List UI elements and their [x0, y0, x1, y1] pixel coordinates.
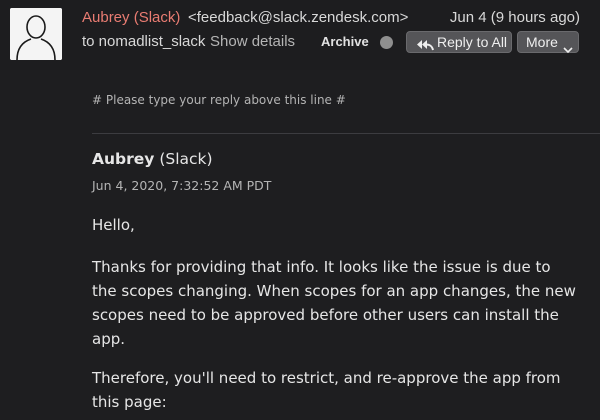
body-line: Thanks for providing that info. It looks… [92, 258, 551, 276]
body-line: Therefore, you'll need to restrict, and … [92, 369, 561, 387]
reply-marker: # Please type your reply above this line… [92, 93, 346, 107]
body-line: scopes need to be approved before other … [92, 306, 559, 324]
email-header: Aubrey (Slack) <feedback@slack.zendesk.c… [0, 0, 600, 70]
body-line: Hello, [92, 216, 135, 234]
author-line: Aubrey (Slack) [92, 150, 213, 168]
more-label: More [526, 34, 558, 50]
sender-name[interactable]: Aubrey (Slack) [82, 9, 180, 26]
body-line: app. [92, 330, 126, 348]
sender-email[interactable]: <feedback@slack.zendesk.com> [188, 9, 408, 26]
archive-status-dot[interactable] [380, 36, 393, 49]
reply-all-icon [416, 36, 434, 56]
email-body: # Please type your reply above this line… [0, 70, 600, 420]
avatar-placeholder-icon [10, 8, 62, 60]
more-button[interactable]: More [517, 31, 579, 54]
recipient-line: to nomadlist_slack [82, 33, 206, 50]
reply-all-button[interactable]: Reply to All [406, 31, 512, 53]
paragraph-greeting: Hello, [92, 213, 592, 237]
paragraph-instructions: Therefore, you'll need to restrict, and … [92, 366, 592, 414]
author-suffix: (Slack) [154, 150, 213, 168]
message-timestamp: Jun 4, 2020, 7:32:52 AM PDT [92, 178, 272, 193]
body-line: this page: [92, 393, 167, 411]
show-details-link[interactable]: Show details [210, 33, 295, 50]
body-line: the scopes changing. When scopes for an … [92, 282, 576, 300]
divider [92, 133, 600, 134]
message-date: Jun 4 (9 hours ago) [449, 9, 580, 26]
chevron-down-icon [563, 39, 573, 59]
paragraph-explanation: Thanks for providing that info. It looks… [92, 255, 592, 351]
reply-all-label: Reply to All [437, 34, 508, 50]
author-name: Aubrey [92, 150, 155, 168]
archive-button[interactable]: Archive [321, 34, 369, 49]
